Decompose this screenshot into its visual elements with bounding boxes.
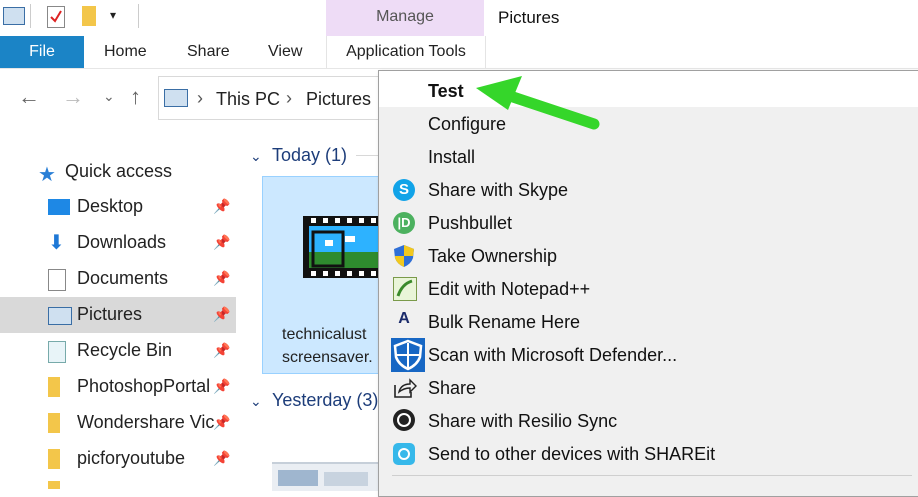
back-arrow-icon[interactable]: ← (18, 84, 40, 110)
tab-view[interactable]: View (268, 36, 302, 68)
ribbon-divider (0, 68, 918, 69)
notepadpp-icon (393, 277, 417, 301)
customize-toolbar-icon[interactable]: ▾ (110, 8, 116, 22)
pin-icon[interactable]: 📌 (213, 450, 230, 467)
quick-access-label[interactable]: Quick access (65, 161, 172, 182)
sidebar-item-label: picforyoutube (77, 448, 186, 468)
group-collapse-chevron-icon[interactable]: ⌄ (250, 148, 262, 165)
menu-item-share[interactable]: Share (428, 378, 476, 399)
thumbnail-image (278, 470, 318, 486)
download-arrow-icon: ⬇ (48, 232, 65, 254)
group-header-today[interactable]: Today (1) (272, 145, 347, 166)
menu-item-scan-with-defender[interactable]: Scan with Microsoft Defender... (428, 345, 677, 366)
resilio-icon (393, 409, 415, 431)
sidebar-item-recycle-bin[interactable]: Recycle Bin 📌 (0, 333, 236, 369)
menu-item-share-with-resilio-sync[interactable]: Share with Resilio Sync (428, 411, 617, 432)
menu-item-share-with-skype[interactable]: Share with Skype (428, 180, 568, 201)
group-divider (356, 155, 378, 156)
folder-icon (48, 481, 60, 489)
tab-share[interactable]: Share (187, 36, 230, 68)
annotation-arrow-icon (470, 74, 610, 134)
pictures-location-icon (164, 89, 188, 107)
documents-icon (48, 269, 66, 291)
defender-icon (391, 338, 425, 372)
sidebar-item-picforyoutube[interactable]: picforyoutube 📌 (0, 441, 236, 477)
menu-item-pushbullet[interactable]: Pushbullet (428, 213, 512, 234)
screensaver-file-icon[interactable] (303, 216, 380, 278)
folder-icon (48, 449, 60, 469)
sidebar-item-downloads[interactable]: ⬇ Downloads 📌 (0, 225, 236, 261)
tab-application-tools[interactable]: Application Tools (326, 36, 486, 68)
sidebar-item-documents[interactable]: Documents 📌 (0, 261, 236, 297)
pin-icon[interactable]: 📌 (213, 234, 230, 251)
share-icon (393, 377, 417, 399)
bulk-rename-icon: A (398, 310, 410, 327)
thumbnail-preview[interactable] (272, 462, 378, 491)
sidebar-item-label: Desktop (77, 196, 144, 216)
window-picture-icon[interactable] (3, 7, 25, 25)
file-name-line1: technicalust (282, 326, 367, 343)
pin-icon[interactable]: 📌 (213, 342, 230, 359)
sidebar-item-label: Documents (77, 268, 169, 288)
toolbar-divider (138, 4, 139, 28)
menu-item-send-with-shareit[interactable]: Send to other devices with SHAREit (428, 444, 715, 465)
group-collapse-chevron-icon[interactable]: ⌄ (250, 393, 262, 410)
up-arrow-icon[interactable]: ↑ (130, 84, 141, 110)
sidebar-item-photoshopportal[interactable]: PhotoshopPortal 📌 (0, 369, 236, 405)
pictures-icon (48, 307, 72, 325)
desktop-icon (48, 199, 70, 215)
menu-item-bulk-rename-here[interactable]: Bulk Rename Here (428, 312, 580, 333)
breadcrumb-pictures[interactable]: Pictures (306, 89, 371, 110)
pin-icon[interactable]: 📌 (213, 198, 230, 215)
window-title: Pictures (498, 8, 560, 27)
new-folder-icon[interactable] (82, 6, 96, 26)
properties-icon[interactable] (47, 6, 65, 28)
sidebar-item-label: Recycle Bin (77, 340, 173, 360)
pin-icon[interactable]: 📌 (213, 306, 230, 323)
manage-context-tab[interactable]: Manage (326, 0, 484, 36)
breadcrumb-chevron-icon[interactable]: › (286, 88, 292, 109)
tab-file[interactable]: File (0, 36, 84, 68)
file-name-line2: screensaver. (282, 349, 373, 366)
sidebar-item-label: Pictures (77, 304, 143, 324)
sidebar-item-pictures[interactable]: Pictures 📌 (0, 297, 236, 333)
folder-icon (48, 413, 60, 433)
quick-access-star-icon: ★ (38, 164, 56, 186)
pin-icon[interactable]: 📌 (213, 378, 230, 395)
pin-icon[interactable]: 📌 (213, 270, 230, 287)
pushbullet-icon: |D (393, 212, 415, 234)
skype-icon: S (393, 179, 415, 201)
forward-arrow-icon[interactable]: → (62, 84, 84, 110)
thumbnail-image (324, 472, 368, 486)
sidebar-item-wondershare[interactable]: Wondershare Vic 📌 (0, 405, 236, 441)
sidebar-item-label: PhotoshopPortal (77, 376, 211, 396)
tab-home[interactable]: Home (104, 36, 147, 68)
recent-locations-chevron-icon[interactable]: ⌄ (103, 88, 115, 105)
menu-item-install[interactable]: Install (428, 147, 475, 168)
folder-icon (48, 377, 60, 397)
menu-separator (392, 475, 912, 476)
breadcrumb-this-pc[interactable]: This PC (216, 89, 280, 110)
shareit-icon (393, 443, 415, 465)
sidebar-item-label: Wondershare Vic (77, 412, 215, 432)
menu-item-take-ownership[interactable]: Take Ownership (428, 246, 557, 267)
sidebar-item-label: Downloads (77, 232, 167, 252)
toolbar-divider (30, 4, 31, 28)
menu-item-edit-with-notepadpp[interactable]: Edit with Notepad++ (428, 279, 590, 300)
sidebar-item-desktop[interactable]: Desktop 📌 (0, 189, 236, 225)
pin-icon[interactable]: 📌 (213, 414, 230, 431)
group-header-yesterday[interactable]: Yesterday (3) (272, 390, 378, 411)
shield-uac-icon (393, 244, 415, 267)
recycle-bin-icon (48, 341, 66, 363)
breadcrumb-chevron-icon[interactable]: › (197, 88, 203, 109)
menu-item-test[interactable]: Test (428, 81, 464, 102)
